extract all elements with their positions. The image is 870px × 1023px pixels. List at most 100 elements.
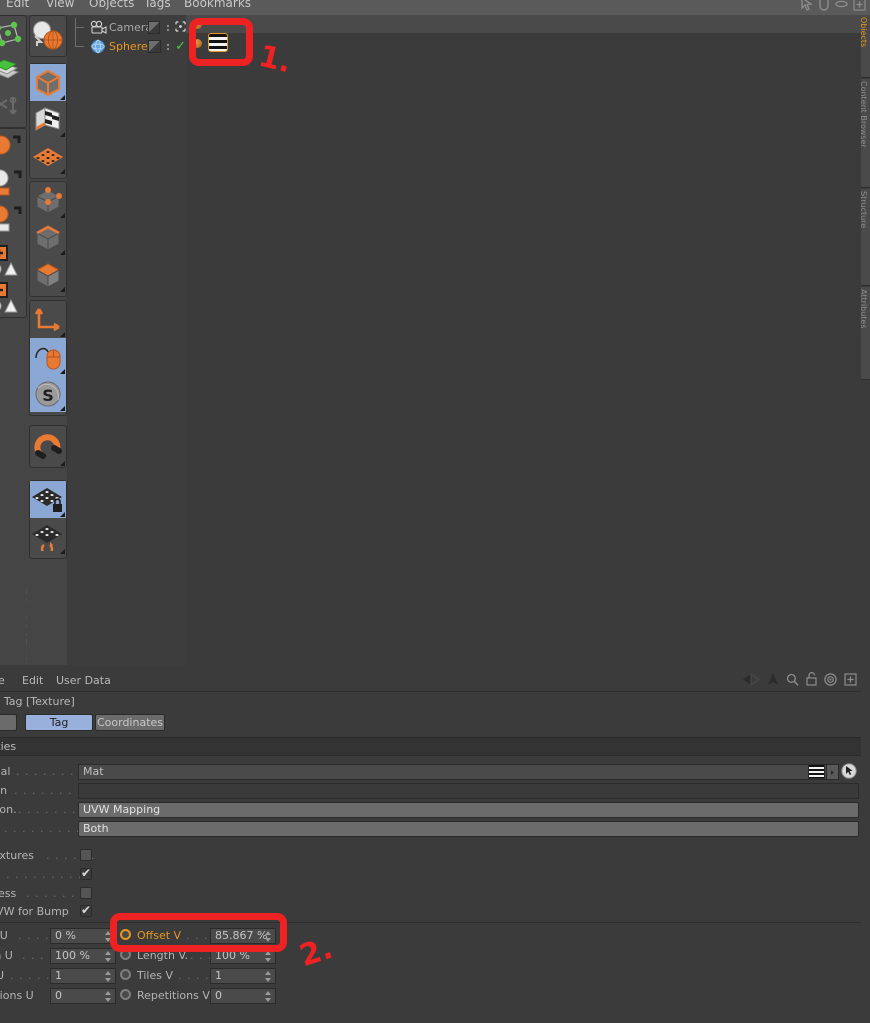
polygon-mode-icon[interactable]	[0, 53, 26, 90]
attr-spinner-tiles-u[interactable]: 1	[50, 967, 116, 984]
remove-point-icon[interactable]	[0, 277, 26, 314]
attr-label-material: terial	[0, 765, 11, 778]
am-menu-item-edit[interactable]: Edit	[22, 674, 43, 687]
object-manager-tag-header	[186, 15, 861, 33]
attr-label-mix-textures: Textures	[0, 849, 34, 862]
check-green-icon[interactable]: ✓	[175, 40, 186, 53]
attr-radio-length-v[interactable]	[120, 949, 131, 960]
material-thumbnail-icon[interactable]	[808, 764, 825, 779]
rotate-tool-icon[interactable]	[0, 203, 26, 240]
magnet-icon[interactable]	[818, 0, 830, 14]
vstrip-tab-attributes[interactable]: Attributes	[861, 287, 870, 380]
object-label-sphere: Sphere	[109, 40, 148, 53]
visibility-dots-icon[interactable]	[148, 40, 161, 53]
vstrip-tab-structure[interactable]: Structure	[861, 189, 870, 286]
polygon-cube-icon[interactable]	[30, 256, 66, 293]
dropdown-arrow-icon[interactable]	[826, 764, 839, 780]
attr-field-selection[interactable]	[78, 782, 859, 799]
attribute-manager-title-bar: ture Tag [Texture]	[0, 692, 861, 711]
material-tag-thumbnail[interactable]	[208, 33, 228, 52]
attr-combo-side[interactable]: Both	[78, 820, 859, 837]
palette-group-render	[29, 15, 67, 57]
snap-s-icon[interactable]: S	[30, 375, 66, 412]
attr-label-length-u: th U	[0, 949, 13, 962]
attribute-manager: le Edit User Data ture Tag [Text	[0, 670, 861, 1023]
attr-label-tiles-u: U	[0, 969, 5, 982]
attr-radio-repetitions-v[interactable]	[120, 989, 131, 1000]
attr-leader-tile: . . . . . . . . . . .	[0, 868, 81, 881]
back-arrow-icon[interactable]	[742, 672, 760, 689]
attr-combo-projection[interactable]: UVW Mapping	[78, 801, 859, 818]
attr-radio-offset-v[interactable]	[120, 929, 131, 940]
target-tag-icon[interactable]	[175, 20, 186, 35]
lock-icon[interactable]	[806, 672, 817, 689]
attr-spinner-length-u[interactable]: 100 %	[50, 947, 116, 964]
axis-mode-icon[interactable]	[0, 90, 26, 127]
magnet-snap-icon[interactable]	[30, 426, 66, 467]
enable-dots-icon[interactable]	[163, 24, 172, 31]
enable-dots-icon[interactable]	[164, 43, 173, 50]
attr-spinner-repetitions-v[interactable]: 0	[210, 987, 276, 1004]
floor-grid-icon[interactable]	[30, 138, 66, 175]
attr-checkbox-use-uvw-for-bump[interactable]	[80, 903, 92, 917]
attr-spinner-offset-u[interactable]: 0 %	[50, 927, 116, 944]
menu-item-edit[interactable]: Edit	[6, 0, 29, 10]
attr-label-offset-u: t U	[0, 929, 8, 942]
pick-cursor-icon[interactable]	[841, 763, 857, 782]
search-icon[interactable]	[786, 673, 799, 689]
am-menu-item-file[interactable]: le	[0, 674, 5, 687]
target-icon[interactable]	[824, 672, 837, 689]
points-mode-icon[interactable]	[0, 16, 26, 53]
attr-field-material[interactable]: Mat	[78, 763, 834, 780]
attr-checkbox-mix-textures[interactable]	[80, 849, 92, 861]
attr-spinner-length-v[interactable]: 100 %	[210, 947, 276, 964]
tab-tag[interactable]: Tag	[25, 714, 93, 731]
tab-coordinates[interactable]: Coordinates	[95, 714, 165, 731]
right-vertical-tab-strip: Objects Content Browser Structure Attrib…	[861, 15, 870, 665]
menu-item-view[interactable]: View	[46, 0, 74, 10]
ellipse-icon[interactable]	[835, 0, 848, 12]
attr-value-length-v: 100 %	[215, 949, 250, 962]
vstrip-tab-content-browser[interactable]: Content Browser	[861, 79, 870, 188]
scale-tool-icon[interactable]	[0, 166, 26, 203]
visibility-dots-icon[interactable]	[148, 21, 161, 34]
menu-item-tags[interactable]: Tags	[144, 0, 171, 10]
menu-item-bookmarks[interactable]: Bookmarks	[184, 0, 251, 10]
grid-lock-icon[interactable]	[30, 481, 66, 518]
move-tool-icon[interactable]	[0, 129, 26, 166]
vstrip-label-content-browser: Content Browser	[861, 81, 868, 148]
plus-box-icon[interactable]	[844, 672, 857, 689]
cube-primitive-icon[interactable]	[30, 64, 66, 101]
up-arrow-icon[interactable]	[767, 672, 779, 689]
vstrip-tab-objects[interactable]: Objects	[861, 15, 870, 78]
mouse-tool-icon[interactable]	[30, 338, 66, 375]
menu-item-objects[interactable]: Objects	[89, 0, 134, 10]
main-menu-bar: Edit View Objects Tags Bookmarks	[0, 0, 870, 16]
attr-spinner-tiles-v[interactable]: 1	[210, 967, 276, 984]
viewport-area[interactable]	[186, 15, 861, 665]
bottom-filler	[0, 1010, 870, 1023]
checker-cube-icon[interactable]	[30, 101, 66, 138]
attr-spinner-offset-v[interactable]: 85.867 %	[210, 927, 276, 944]
add-point-icon[interactable]	[0, 240, 26, 277]
tab-basic[interactable]: c	[0, 714, 17, 731]
attr-radio-tiles-v[interactable]	[120, 969, 131, 980]
attr-leader-selection: . . . . . . . .	[14, 784, 82, 797]
attr-row-projection: ction. . . . . . . . UVW Mapping	[0, 800, 861, 819]
attr-spinner-repetitions-u[interactable]: 0	[50, 987, 116, 1004]
attr-checkbox-seamless[interactable]	[80, 887, 92, 899]
cursor-icon[interactable]	[800, 0, 813, 14]
sphere-object-icon	[90, 39, 107, 54]
attr-checkbox-tile[interactable]	[80, 866, 92, 880]
render-view-icon[interactable]	[30, 16, 66, 56]
coordinate-system-icon[interactable]	[30, 301, 66, 338]
grid-rotate-icon[interactable]	[30, 518, 66, 555]
layer-dot-sphere[interactable]	[193, 39, 202, 48]
layer-dot-camera[interactable]	[193, 20, 202, 29]
plus-box-icon[interactable]	[853, 0, 866, 14]
edge-cube-icon[interactable]	[30, 219, 66, 256]
attr-row-offset: t U . . . . 0 % Offset V . . . . 85.867 …	[0, 926, 861, 945]
am-menu-item-user-data[interactable]: User Data	[56, 674, 111, 687]
point-cube-icon[interactable]	[30, 182, 66, 219]
attr-value-repetitions-v: 0	[215, 989, 222, 1002]
